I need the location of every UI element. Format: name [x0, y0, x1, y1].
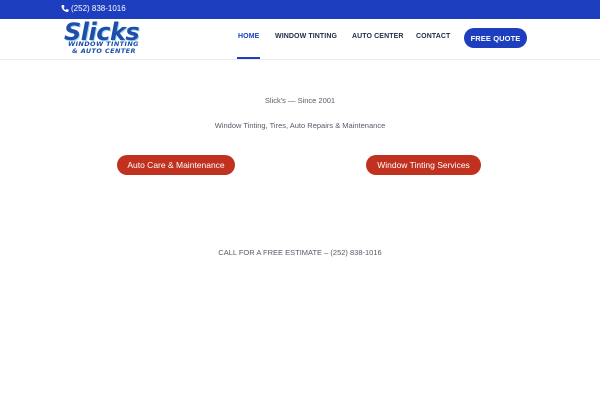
top-bar-phone[interactable]: (252) 838-1016 [61, 4, 126, 13]
tagline-since: Slick's — Since 2001 [264, 96, 336, 105]
phone-icon [61, 5, 69, 12]
nav-item-contact[interactable]: CONTACT [416, 33, 450, 40]
top-bar: (252) 838-1016 [0, 0, 600, 19]
free-estimate-label: CALL FOR A FREE ESTIMATE – [218, 248, 329, 257]
nav-active-indicator [237, 57, 260, 59]
window-tinting-services-button[interactable]: Window Tinting Services [366, 155, 481, 175]
nav-item-home[interactable]: HOME [238, 33, 259, 40]
site-logo[interactable]: Slicks WINDOW TINTING & AUTO CENTER [64, 18, 167, 55]
tagline-services: Window Tinting, Tires, Auto Repairs & Ma… [214, 121, 386, 130]
nav-item-auto-center[interactable]: AUTO CENTER [352, 33, 404, 40]
free-quote-button[interactable]: FREE QUOTE [464, 28, 527, 48]
auto-care-button[interactable]: Auto Care & Maintenance [117, 155, 235, 175]
logo-line-2: & AUTO CENTER [72, 47, 136, 55]
free-estimate-phone[interactable]: (252) 838-1016 [330, 248, 381, 257]
free-estimate-line: CALL FOR A FREE ESTIMATE – (252) 838-101… [0, 248, 600, 257]
top-bar-phone-number[interactable]: (252) 838-1016 [71, 4, 126, 13]
nav-item-window-tinting[interactable]: WINDOW TINTING [275, 33, 337, 40]
